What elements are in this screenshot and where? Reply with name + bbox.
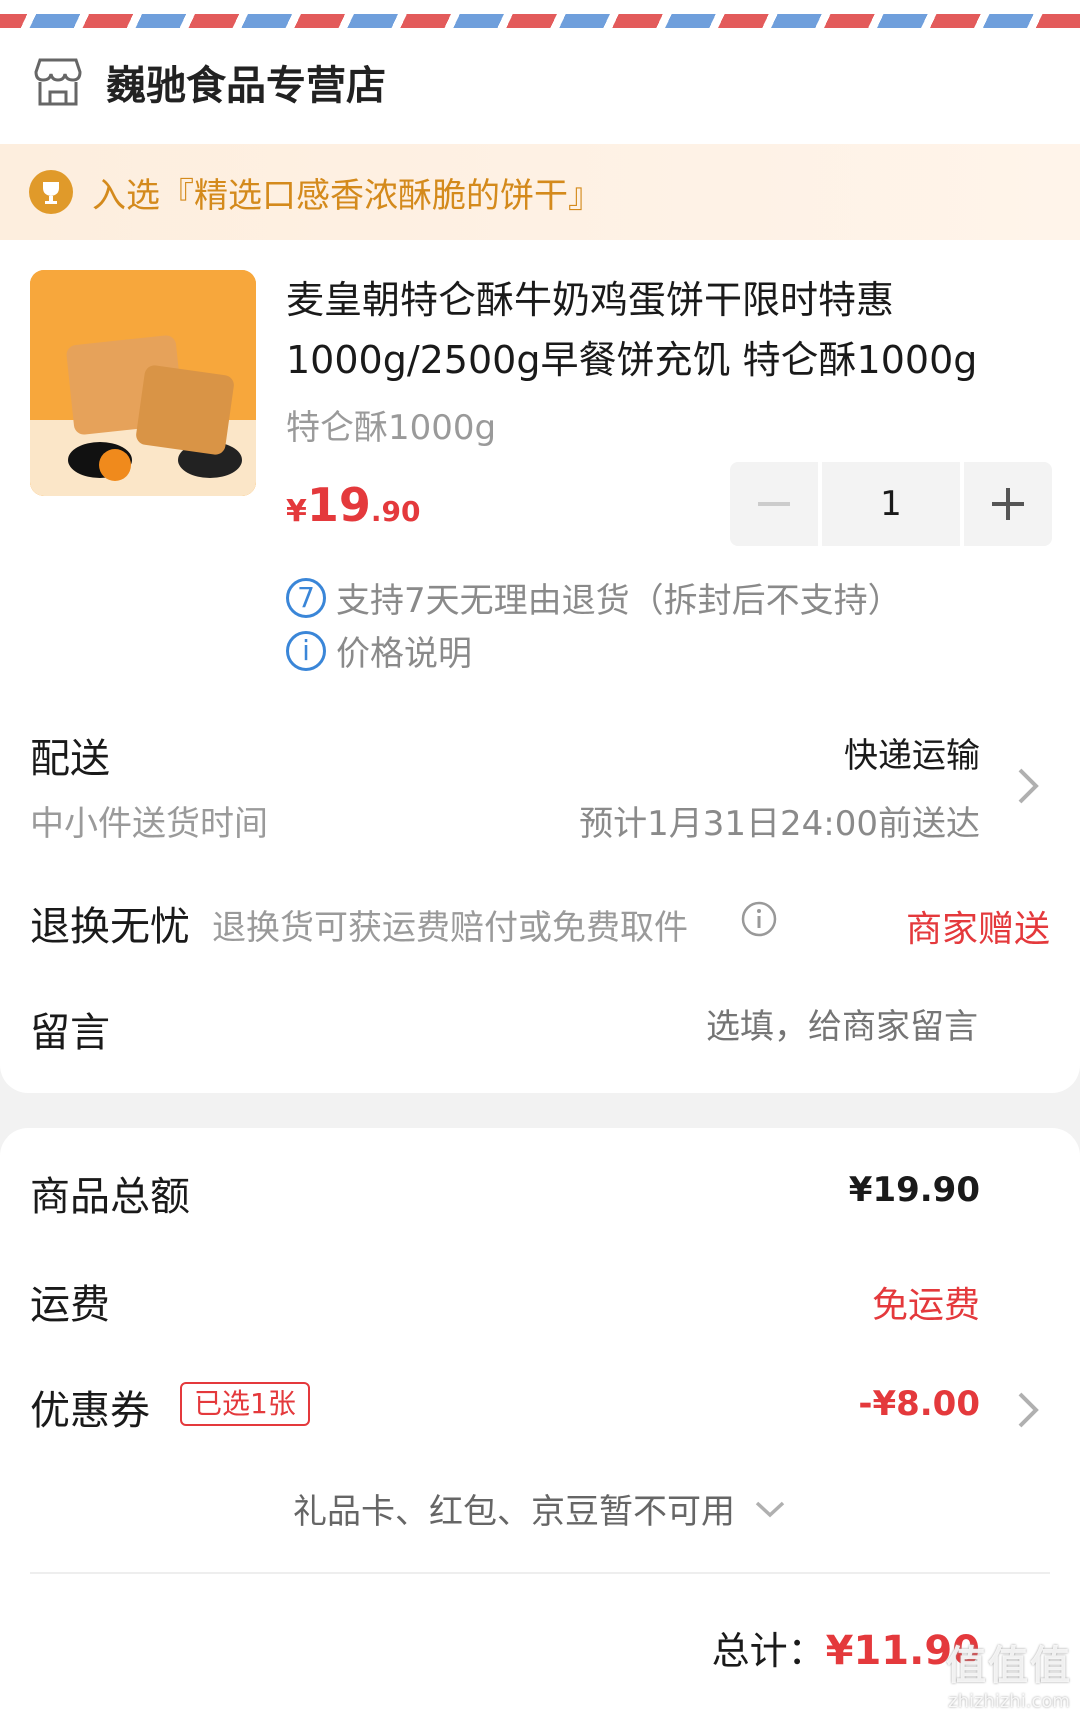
chevron-right-icon[interactable] <box>1016 1390 1040 1430</box>
chevron-right-icon[interactable] <box>1016 766 1040 806</box>
goods-total-label: 商品总额 <box>30 1174 190 1220</box>
shipping-label: 运费 <box>30 1282 110 1328</box>
service-price-info[interactable]: i 价格说明 <box>286 626 472 675</box>
service-return-policy[interactable]: 7 支持7天无理由退货（拆封后不支持） <box>286 573 902 622</box>
award-banner[interactable]: 入选『精选口感香浓酥脆的饼干』 <box>0 144 1080 240</box>
coupon-value[interactable]: -¥8.00 <box>858 1384 980 1424</box>
price-integer: 19 <box>306 478 371 532</box>
watermark-url: zhizhizhi.com <box>948 1691 1070 1712</box>
coupon-selected-badge: 已选1张 <box>180 1382 310 1426</box>
store-name: 巍驰食品专营店 <box>106 63 386 109</box>
store-header[interactable]: 巍驰食品专营店 <box>30 52 386 112</box>
return-service-label: 退换无忧 <box>30 904 190 950</box>
unavailable-text: 礼品卡、红包、京豆暂不可用 <box>293 1492 735 1532</box>
coupon-label: 优惠券 <box>30 1388 150 1434</box>
info-icon[interactable] <box>740 900 778 938</box>
price-symbol: ¥ <box>286 494 307 529</box>
message-label: 留言 <box>30 1010 110 1056</box>
seven-day-icon: 7 <box>286 577 326 618</box>
info-icon: i <box>286 630 326 671</box>
message-input[interactable] <box>556 1000 980 1054</box>
coupon-tag: 已选1张 <box>180 1382 310 1426</box>
return-service-desc: 退换货可获运费赔付或免费取件 <box>212 908 688 948</box>
total-label: 总计： <box>711 1629 826 1673</box>
award-text: 入选『精选口感香浓酥脆的饼干』 <box>92 175 602 216</box>
minus-icon <box>758 502 790 506</box>
product-spec[interactable]: 特仑酥1000g <box>286 400 496 449</box>
service-text: 价格说明 <box>336 634 472 674</box>
price-decimal: .90 <box>370 495 421 528</box>
delivery-sub-label: 中小件送货时间 <box>30 804 268 844</box>
shipping-value: 免运费 <box>871 1285 980 1326</box>
delivery-eta[interactable]: 预计1月31日24:00前送达 <box>579 796 980 845</box>
return-service-value: 商家赠送 <box>905 909 1050 950</box>
delivery-label: 配送 <box>30 736 110 782</box>
site-watermark: 值值值 zhizhizhi.com <box>946 1633 1072 1712</box>
quantity-stepper[interactable]: 1 <box>730 462 1052 546</box>
watermark-logo: 值值值 <box>946 1643 1072 1689</box>
plus-icon <box>992 488 1024 520</box>
service-text: 支持7天无理由退货（拆封后不支持） <box>336 581 902 621</box>
unavailable-row[interactable]: 礼品卡、红包、京豆暂不可用 <box>0 1484 1080 1533</box>
store-icon <box>34 58 82 106</box>
quantity-value[interactable]: 1 <box>818 462 964 546</box>
delivery-method[interactable]: 快递运输 <box>844 728 980 777</box>
order-total: 总计： ¥11.90 <box>712 1620 980 1675</box>
airmail-stripe <box>0 0 1080 30</box>
increase-button[interactable] <box>964 462 1052 546</box>
product-title[interactable]: 麦皇朝特仑酥牛奶鸡蛋饼干限时特惠1000g/2500g早餐饼充饥 特仑酥1000… <box>286 270 1026 390</box>
product-price: ¥19.90 <box>286 478 421 532</box>
trophy-icon <box>29 170 73 214</box>
divider <box>30 1572 1050 1574</box>
product-image[interactable] <box>30 270 256 496</box>
decrease-button[interactable] <box>730 462 818 546</box>
goods-total-value: ¥19.90 <box>848 1170 980 1210</box>
chevron-down-icon <box>755 1501 785 1517</box>
